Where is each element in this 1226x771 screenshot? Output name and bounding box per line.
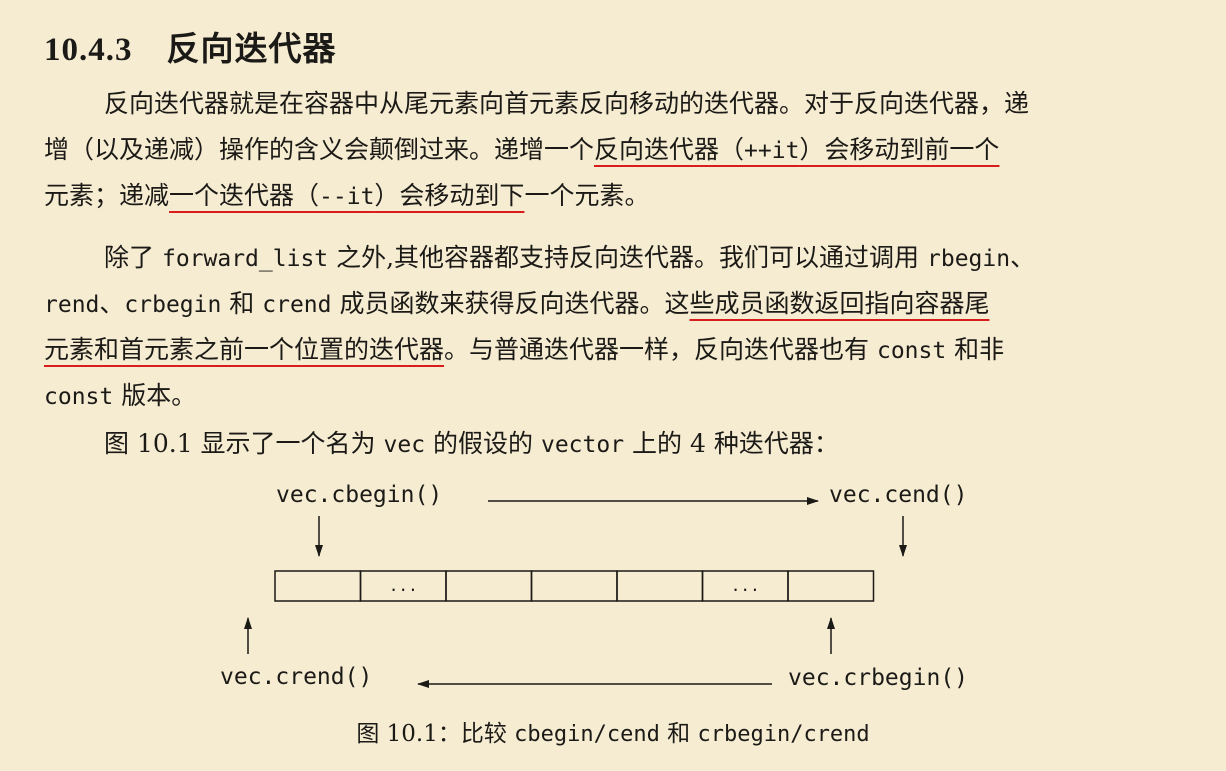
- vector-cell: [530, 570, 618, 602]
- figure-caption: 图 10.1：比较 cbegin/cend 和 crbegin/crend: [356, 721, 870, 747]
- vector-cell: [616, 570, 704, 602]
- paragraph-line: 增（以及递减）操作的含义会颠倒过来。递增一个反向迭代器（++it）会移动到前一个: [44, 135, 1000, 164]
- paragraph-figure-intro: 图 10.1 显示了一个名为 vec 的假设的 vector 上的 4 种迭代器…: [44, 421, 1194, 467]
- red-underline-1: 反向迭代器（++it）会移动到前一个: [594, 135, 1000, 164]
- section-heading: 10.4.3 反向迭代器: [44, 22, 337, 70]
- paragraph-line: const 版本。: [44, 381, 197, 410]
- paragraph-line: 元素和首元素之前一个位置的迭代器。与普通迭代器一样，反向迭代器也有 const …: [44, 335, 1005, 364]
- paragraph-line: 反向迭代器就是在容器中从尾元素向首元素反向移动的迭代器。对于反向迭代器，递: [104, 89, 1030, 118]
- paragraph-reverse-iterator-members: 除了 forward_list 之外,其他容器都支持反向迭代器。我们可以通过调用…: [44, 235, 1194, 419]
- paragraph-line: rend、crbegin 和 crend 成员函数来获得反向迭代器。这些成员函数…: [44, 289, 990, 318]
- paragraph-line: 元素；递减一个迭代器（--it）会移动到下一个元素。: [44, 181, 650, 210]
- section-title: 反向迭代器: [166, 29, 337, 68]
- vector-cells: ......: [274, 570, 875, 602]
- cell-ellipsis: ...: [389, 576, 418, 595]
- paragraph-reverse-iterator-definition: 反向迭代器就是在容器中从尾元素向首元素反向移动的迭代器。对于反向迭代器，递 增（…: [44, 81, 1194, 219]
- red-underline-3: 些成员函数返回指向容器尾: [689, 289, 990, 318]
- red-underline-4: 元素和首元素之前一个位置的迭代器: [44, 335, 445, 364]
- cell-ellipsis: ...: [731, 576, 760, 595]
- paragraph-line: 图 10.1 显示了一个名为 vec 的假设的 vector 上的 4 种迭代器…: [104, 429, 839, 458]
- red-underline-2: 一个迭代器（--it）会移动到下: [169, 181, 525, 210]
- vector-cell: [274, 570, 362, 602]
- section-number: 10.4.3: [44, 32, 133, 68]
- vector-cell: [445, 570, 533, 602]
- vector-cell: [787, 570, 875, 602]
- paragraph-line: 除了 forward_list 之外,其他容器都支持反向迭代器。我们可以通过调用…: [104, 243, 1036, 272]
